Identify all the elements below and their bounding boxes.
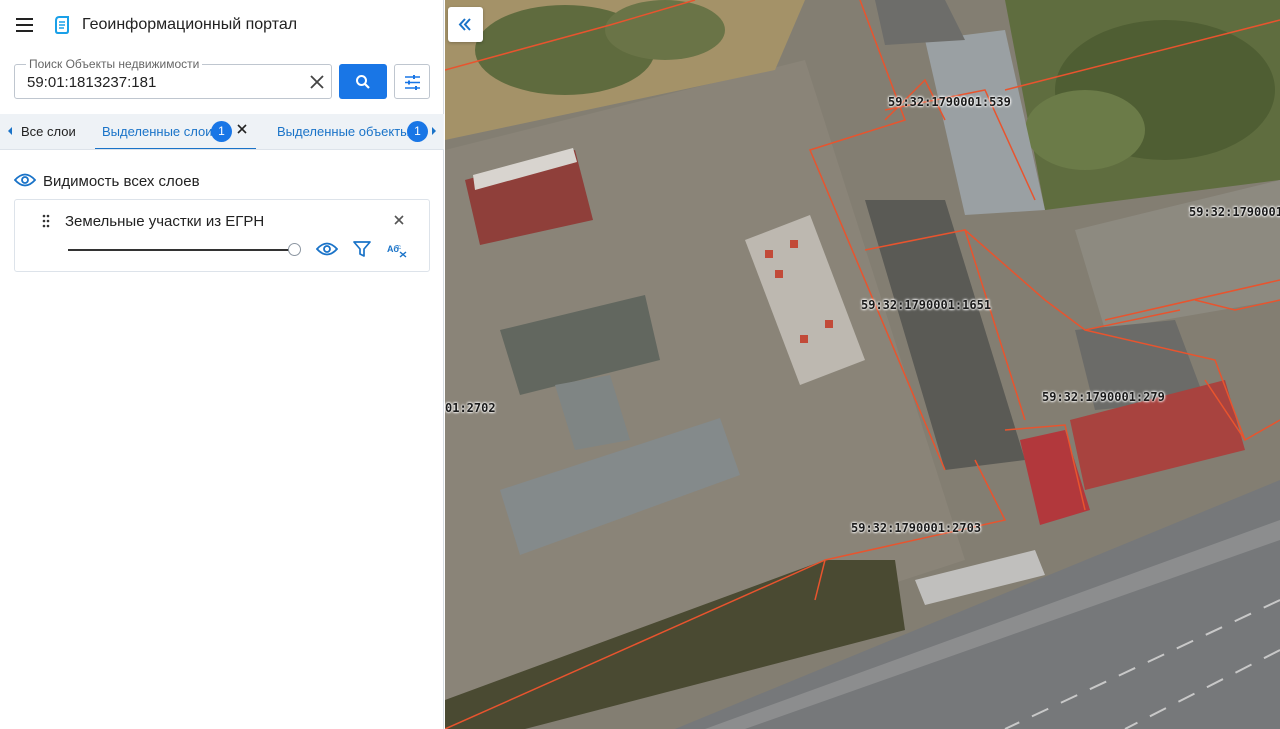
clear-icon[interactable] [307, 72, 327, 92]
drag-handle-icon[interactable] [41, 214, 51, 228]
tab-selected-objects[interactable]: Выделенные объекты [277, 124, 410, 139]
app-title: Геоинформационный портал [82, 16, 298, 33]
chevron-left-icon[interactable] [6, 126, 14, 136]
search-button[interactable] [339, 64, 387, 99]
map-imagery [445, 0, 1280, 729]
parcel-label[interactable]: 59:32:1790001:1651 [861, 298, 991, 312]
opacity-slider-thumb[interactable] [288, 243, 301, 256]
search-icon [356, 75, 370, 89]
tab-selected-layers[interactable]: Выделенные слои [102, 124, 212, 139]
layer-tabs: Все слои Выделенные слои 1 Выделенные об… [0, 114, 444, 150]
chevron-right-icon[interactable] [430, 126, 438, 136]
layer-card: Земельные участки из ЕГРН Аб c [14, 199, 430, 272]
search-settings-button[interactable] [394, 64, 430, 99]
menu-icon[interactable] [14, 14, 36, 36]
search-field[interactable]: Поиск Объекты недвижимости [14, 57, 332, 99]
search-label: Поиск Объекты недвижимости [26, 57, 203, 71]
layer-filter-icon[interactable] [353, 240, 371, 258]
portal-logo-icon [55, 16, 69, 34]
layer-visibility-icon[interactable] [316, 240, 338, 258]
collapse-panel-button[interactable] [448, 7, 483, 42]
remove-layer-icon[interactable] [392, 213, 406, 227]
parcel-label[interactable]: 59:32:1790001:2703 [851, 521, 981, 535]
svg-text:c: c [398, 245, 401, 251]
parcel-label[interactable]: 01:2702 [445, 401, 496, 415]
tab-all-layers[interactable]: Все слои [21, 124, 76, 139]
parcel-label[interactable]: 59:32:1790001:1 [1189, 205, 1280, 219]
close-tab-icon[interactable] [236, 123, 248, 135]
tab-selected-layers-badge: 1 [211, 121, 232, 142]
parcel-label[interactable]: 59:32:1790001:539 [888, 95, 1011, 109]
parcel-label[interactable]: 59:32:1790001:279 [1042, 390, 1165, 404]
top-bar: Геоинформационный портал [0, 0, 444, 50]
layer-labels-icon[interactable]: Аб c [387, 242, 409, 258]
layer-name: Земельные участки из ЕГРН [65, 213, 265, 230]
eye-icon [14, 173, 36, 187]
satellite-map[interactable]: 59:32:1790001:539 59:32:1790001:1 59:32:… [445, 0, 1280, 729]
active-tab-indicator [95, 148, 256, 149]
double-chevron-left-icon [458, 18, 471, 31]
tune-icon [405, 75, 420, 90]
side-panel: Геоинформационный портал Поиск Объекты н… [0, 0, 444, 729]
visibility-label: Видимость всех слоев [43, 173, 200, 190]
search-input[interactable] [27, 71, 297, 93]
tab-selected-objects-badge: 1 [407, 121, 428, 142]
opacity-slider-track[interactable] [68, 249, 296, 251]
